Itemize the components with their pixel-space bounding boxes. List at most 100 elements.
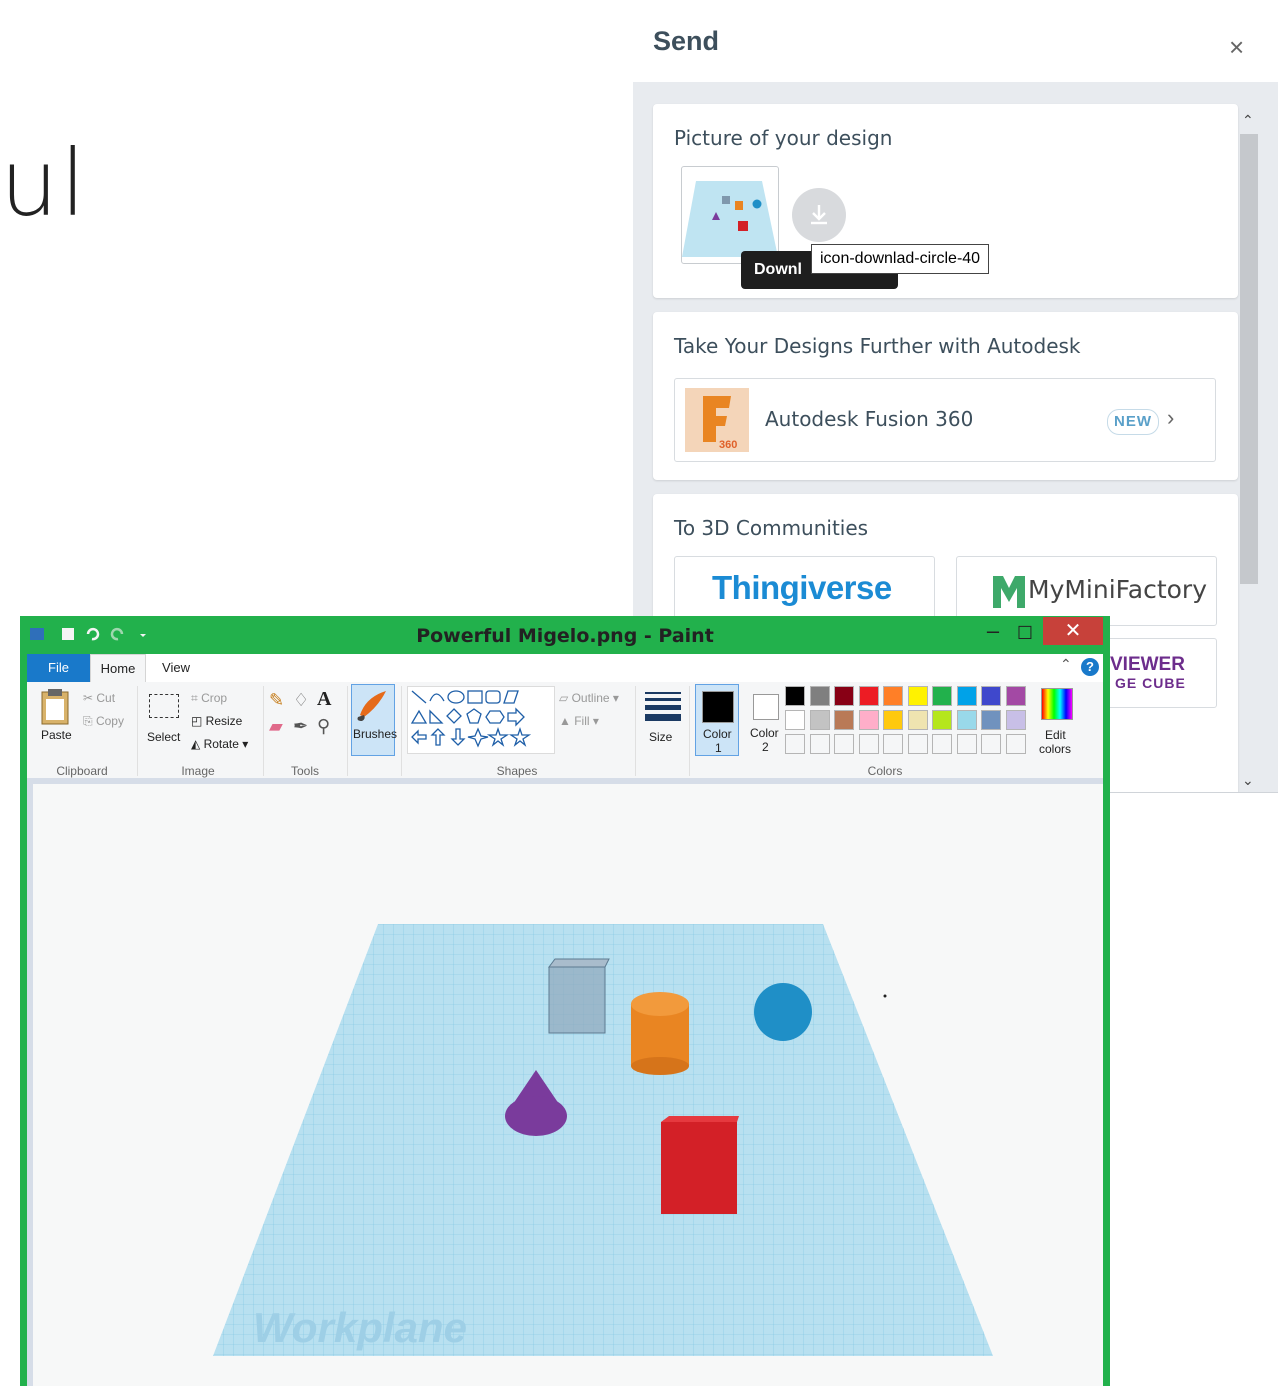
paste-button[interactable]: Paste (33, 686, 77, 756)
palette-swatch[interactable] (956, 686, 977, 706)
palette-swatch[interactable] (1005, 734, 1026, 754)
close-icon[interactable]: × (1229, 32, 1244, 63)
scroll-up-icon[interactable]: ⌃ (1242, 112, 1254, 129)
fusion-360-link[interactable]: 360 Autodesk Fusion 360 NEW › (674, 378, 1216, 462)
fusion-360-name: Autodesk Fusion 360 (765, 407, 974, 431)
outline-button[interactable]: ▱ Outline ▾ (559, 691, 619, 705)
eraser-icon[interactable]: ▰ (269, 716, 283, 737)
palette-swatch[interactable] (981, 734, 1001, 754)
brushes-label: Brushes (353, 727, 398, 741)
palette-swatch[interactable] (809, 686, 830, 706)
color1-label: Color (703, 727, 732, 741)
color-picker-icon[interactable]: ✒ (293, 716, 308, 737)
paint-titlebar: Powerful Migelo.png - Paint – ☐ ✕ (20, 616, 1110, 654)
palette-swatch[interactable] (1005, 686, 1026, 706)
separator (137, 686, 138, 776)
palette-swatch[interactable] (907, 686, 928, 706)
color1-number: 1 (715, 741, 722, 755)
tab-view[interactable]: View (151, 654, 201, 682)
picture-card: Picture of your design Downl icon-downla… (653, 104, 1238, 298)
cut-button[interactable]: ✂ Cut (83, 691, 115, 705)
palette-swatch[interactable] (785, 734, 805, 754)
palette-swatch[interactable] (1005, 710, 1026, 730)
palette-swatch[interactable] (932, 734, 952, 754)
palette-swatch[interactable] (883, 710, 903, 730)
tools-grid: ✎ ♢ A ▰ ✒ ⚲ (269, 688, 341, 750)
color2-button[interactable]: Color 2 (743, 684, 787, 756)
magnifier-icon[interactable]: ⚲ (317, 716, 330, 737)
tinkercad-design-image: Workplane (213, 924, 993, 1356)
palette-swatch[interactable] (907, 710, 928, 730)
design-thumbnail[interactable] (681, 166, 779, 264)
palette-swatch[interactable] (834, 734, 854, 754)
rainbow-icon (1041, 688, 1073, 720)
pencil-icon[interactable]: ✎ (269, 690, 284, 711)
cube-label: GE CUBE (1115, 675, 1186, 691)
collapse-ribbon-icon[interactable]: ⌃ (1060, 656, 1072, 673)
colors-group-label: Colors (867, 764, 903, 778)
palette-swatch[interactable] (932, 710, 952, 730)
select-button[interactable]: Select (143, 688, 183, 758)
palette-swatch[interactable] (785, 686, 805, 706)
rotate-icon: ◭ (191, 737, 204, 751)
palette-swatch[interactable] (981, 686, 1001, 706)
palette-swatch[interactable] (834, 686, 854, 706)
image-group-label: Image (181, 764, 215, 778)
palette-swatch[interactable] (956, 710, 977, 730)
brushes-button[interactable]: Brushes (351, 684, 398, 756)
edit-colors-button[interactable]: Edit colors (1033, 686, 1077, 758)
palette-swatch[interactable] (883, 734, 903, 754)
shapes-group-label: Shapes (496, 764, 538, 778)
edit-colors-line1: Edit (1045, 728, 1066, 742)
color-palette (785, 686, 1031, 758)
help-icon[interactable]: ? (1081, 658, 1099, 676)
shapes-icon (410, 690, 532, 748)
rotate-button[interactable]: ◭ Rotate ▾ (191, 737, 248, 751)
palette-swatch[interactable] (834, 710, 854, 730)
size-label: Size (649, 730, 673, 744)
palette-swatch[interactable] (858, 710, 879, 730)
palette-swatch[interactable] (907, 734, 928, 754)
palette-swatch[interactable] (981, 710, 1001, 730)
myminifactory-name: MyMiniFactory (1028, 575, 1207, 604)
send-scrollbar[interactable]: ⌃ ⌄ (1238, 112, 1260, 792)
red-box (661, 1116, 739, 1214)
tab-file[interactable]: File (27, 654, 90, 682)
crop-button[interactable]: ⌗ Crop (191, 691, 227, 706)
palette-swatch[interactable] (809, 710, 830, 730)
paint-window-title: Powerful Migelo.png - Paint (416, 625, 714, 647)
size-button[interactable]: Size (641, 688, 681, 760)
fill-icon[interactable]: ♢ (293, 690, 309, 711)
resize-button[interactable]: ◰ Resize (191, 714, 242, 728)
tools-group-label: Tools (290, 764, 319, 778)
outline-label: Outline (571, 691, 610, 705)
transparent-box (548, 958, 610, 1034)
scroll-down-icon[interactable]: ⌄ (1242, 772, 1254, 789)
copy-button[interactable]: ⎘ Copy (83, 714, 124, 729)
palette-swatch[interactable] (785, 710, 805, 730)
palette-swatch[interactable] (858, 734, 879, 754)
scroll-thumb[interactable] (1240, 134, 1258, 584)
palette-swatch[interactable] (932, 686, 952, 706)
palette-swatch[interactable] (956, 734, 977, 754)
shapes-gallery[interactable] (407, 686, 555, 754)
minimize-button[interactable]: – (978, 618, 1008, 648)
palette-swatch[interactable] (809, 734, 830, 754)
cut-label: Cut (96, 691, 116, 705)
ribbon-tabs: File Home View ⌃ ? (27, 654, 1103, 682)
maximize-button[interactable]: ☐ (1010, 618, 1040, 648)
close-window-button[interactable]: ✕ (1043, 617, 1103, 645)
thingiverse-logo: Thingiverse (712, 569, 892, 606)
drawing-canvas[interactable]: Workplane (33, 784, 1103, 1386)
tab-home[interactable]: Home (90, 654, 146, 682)
color1-button[interactable]: Color 1 (695, 684, 739, 756)
fusion-360-logo: 360 (685, 388, 749, 452)
paint-window: Powerful Migelo.png - Paint – ☐ ✕ File H… (20, 616, 1110, 1386)
download-circle-icon[interactable] (792, 188, 846, 242)
paste-label: Paste (41, 728, 72, 742)
palette-swatch[interactable] (858, 686, 879, 706)
fill-bucket-icon: ▲ (559, 714, 575, 728)
palette-swatch[interactable] (883, 686, 903, 706)
fill-button[interactable]: ▲ Fill ▾ (559, 714, 599, 728)
text-icon[interactable]: A (317, 688, 331, 711)
